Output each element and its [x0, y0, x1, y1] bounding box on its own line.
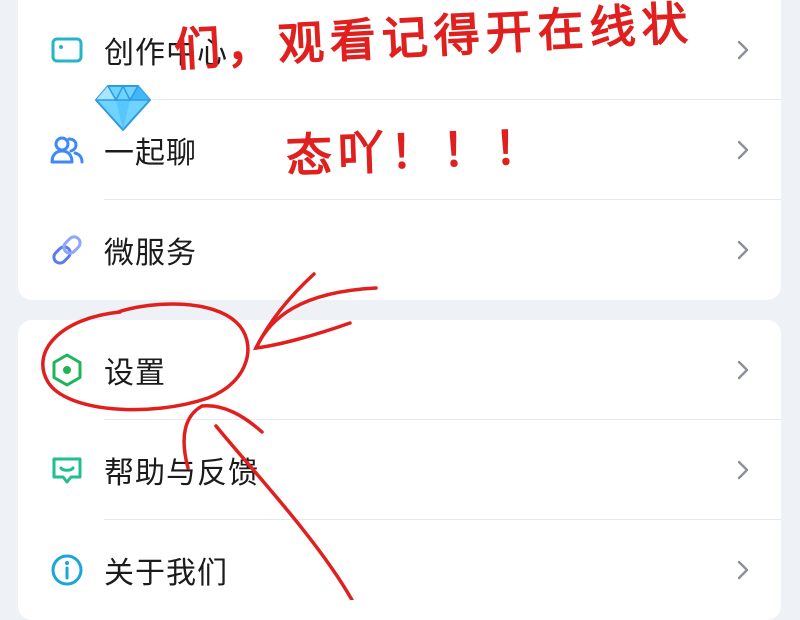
menu-item-settings[interactable]: 设置	[18, 320, 781, 420]
menu-card-top: 创作中心 一起聊 微服务	[18, 0, 781, 300]
menu-item-label: 设置	[104, 356, 166, 391]
chevron-right-icon	[733, 36, 753, 64]
creator-center-icon	[48, 31, 86, 69]
micro-service-icon	[48, 231, 86, 269]
menu-item-about-us[interactable]: 关于我们	[18, 520, 781, 620]
about-us-info-icon	[48, 551, 86, 589]
gem-diamond-icon	[94, 82, 152, 132]
menu-item-label: 帮助与反馈	[104, 456, 259, 491]
chevron-right-icon	[733, 236, 753, 264]
chevron-right-icon	[733, 136, 753, 164]
chat-together-icon	[48, 131, 86, 169]
chevron-right-icon	[733, 356, 753, 384]
chevron-right-icon	[733, 456, 753, 484]
menu-item-label: 创作中心	[104, 36, 228, 71]
menu-item-label: 微服务	[104, 236, 197, 271]
settings-hexagon-icon	[48, 351, 86, 389]
menu-item-label: 一起聊	[104, 136, 197, 171]
menu-card-bottom: 设置 帮助与反馈 关于我们	[18, 320, 781, 620]
menu-item-micro-service[interactable]: 微服务	[18, 200, 781, 300]
help-feedback-icon	[48, 451, 86, 489]
chevron-right-icon	[733, 556, 753, 584]
menu-item-help-feedback[interactable]: 帮助与反馈	[18, 420, 781, 520]
menu-item-label: 关于我们	[104, 556, 228, 591]
